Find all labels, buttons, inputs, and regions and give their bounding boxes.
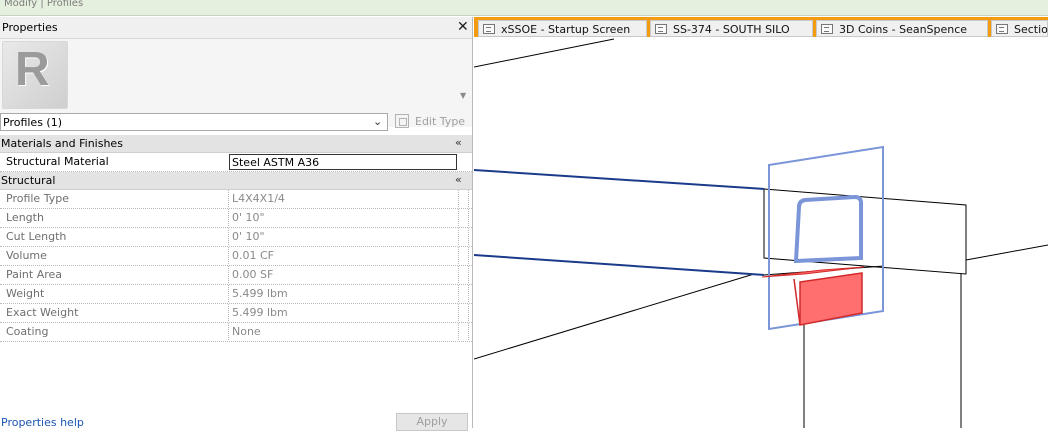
structural-material-input[interactable] (229, 154, 457, 170)
property-row[interactable]: Weight 5.499 lbm (0, 285, 472, 304)
element-filter-dropdown[interactable]: Profiles (1) ⌄ (0, 113, 388, 131)
tab-south-silo[interactable]: SS-374 - SOUTH SILO (650, 20, 813, 37)
model-edge (474, 273, 755, 360)
chevron-down-icon: ⌄ (373, 115, 383, 128)
column-separator (228, 209, 229, 226)
column-separator (468, 285, 469, 302)
property-row[interactable]: Coating None (0, 323, 472, 342)
column-separator (468, 228, 469, 245)
revit-logo-icon: R (2, 41, 68, 109)
property-name: Coating (6, 325, 49, 338)
angle-edge (793, 278, 801, 326)
model-edge (474, 38, 615, 68)
property-value: 5.499 lbm (232, 306, 288, 319)
close-icon[interactable]: ✕ (457, 19, 469, 35)
angle-leg-face[interactable] (799, 272, 863, 326)
property-name: Paint Area (6, 268, 63, 281)
column-separator (228, 247, 229, 264)
structural-rows: Profile Type L4X4X1/4 Length 0' 10" Cut Leng… (0, 190, 472, 342)
column-separator (468, 247, 469, 264)
tab-label: SS-374 - SOUTH SILO (673, 23, 790, 36)
sheet-view-icon (655, 24, 667, 34)
element-filter-label: Profiles (1) (3, 116, 63, 129)
column-separator (458, 190, 459, 207)
edit-type-button[interactable]: Edit Type (395, 113, 469, 131)
tab-section[interactable]: Sectio (991, 20, 1048, 37)
column-separator (228, 266, 229, 283)
properties-help-link[interactable]: Properties help (1, 416, 84, 429)
column-separator (458, 323, 459, 340)
tab-startup-screen[interactable]: xSSOE - Startup Screen (478, 20, 647, 37)
property-name: Cut Length (6, 230, 67, 243)
collapse-chevron-icon[interactable]: « (455, 136, 462, 149)
property-row-structural-material[interactable]: Structural Material (0, 153, 472, 172)
column-separator (228, 323, 229, 340)
tab-label: 3D Coins - SeanSpence (839, 23, 968, 36)
view-tab-bar: xSSOE - Startup Screen SS-374 - SOUTH SI… (474, 17, 1048, 37)
column-separator (228, 304, 229, 321)
column-separator (228, 228, 229, 245)
property-row[interactable]: Volume 0.01 CF (0, 247, 472, 266)
model-canvas[interactable] (474, 37, 1048, 428)
column-separator (458, 209, 459, 226)
property-row[interactable]: Cut Length 0' 10" (0, 228, 472, 247)
ribbon-context-bar: Modify | Profiles (0, 0, 1048, 16)
group-label: Materials and Finishes (1, 137, 123, 150)
property-row[interactable]: Profile Type L4X4X1/4 (0, 190, 472, 209)
column-separator (468, 304, 469, 321)
column-separator (458, 247, 459, 264)
apply-button[interactable]: Apply (396, 413, 468, 431)
property-row[interactable]: Paint Area 0.00 SF (0, 266, 472, 285)
column-separator (228, 285, 229, 302)
group-label: Structural (1, 174, 56, 187)
edit-type-icon (395, 114, 409, 128)
tab-3d-coins[interactable]: 3D Coins - SeanSpence (816, 20, 988, 37)
property-value: 0' 10" (232, 211, 265, 224)
column-separator (468, 323, 469, 340)
section-view-icon (996, 24, 1008, 34)
group-materials-and-finishes[interactable]: Materials and Finishes « (0, 135, 472, 153)
property-name: Weight (6, 287, 45, 300)
property-row[interactable]: Length 0' 10" (0, 209, 472, 228)
property-value: L4X4X1/4 (232, 192, 285, 205)
type-dropdown-caret-icon[interactable]: ▼ (460, 91, 466, 100)
property-name: Exact Weight (6, 306, 79, 319)
column-separator (228, 190, 229, 207)
property-value: 5.499 lbm (232, 287, 288, 300)
property-value: 0' 10" (232, 230, 265, 243)
column-separator (468, 209, 469, 226)
panel-title: Properties (2, 21, 58, 34)
3d-viewport[interactable] (474, 37, 1048, 428)
3d-view-icon (821, 24, 833, 34)
ribbon-context-label: Modify | Profiles (4, 0, 84, 9)
property-value: 0.00 SF (232, 268, 274, 281)
property-name: Length (6, 211, 44, 224)
beam-centerline (474, 169, 765, 190)
property-value: 0.01 CF (232, 249, 274, 262)
property-name: Profile Type (6, 192, 69, 205)
tab-label: xSSOE - Startup Screen (501, 23, 631, 36)
collapse-chevron-icon[interactable]: « (455, 173, 462, 186)
group-structural[interactable]: Structural « (0, 172, 472, 190)
column-separator (458, 285, 459, 302)
model-edge (965, 244, 1048, 261)
property-value: None (232, 325, 261, 338)
edit-type-label: Edit Type (415, 115, 466, 128)
properties-title-bar: Properties ✕ (0, 17, 472, 39)
properties-panel: Properties ✕ R ▼ Profiles (1) ⌄ Edit Typ… (0, 17, 473, 431)
property-row[interactable]: Exact Weight 5.499 lbm (0, 304, 472, 323)
column-separator (458, 266, 459, 283)
column-separator (458, 228, 459, 245)
tab-label: Sectio (1014, 23, 1048, 36)
property-name: Structural Material (6, 155, 109, 168)
column-separator (468, 266, 469, 283)
property-name: Volume (6, 249, 47, 262)
column-separator (458, 304, 459, 321)
column-separator (468, 190, 469, 207)
sheet-view-icon (483, 24, 495, 34)
properties-grid: Materials and Finishes « Structural Mate… (0, 135, 472, 342)
beam-centerline (474, 254, 765, 276)
